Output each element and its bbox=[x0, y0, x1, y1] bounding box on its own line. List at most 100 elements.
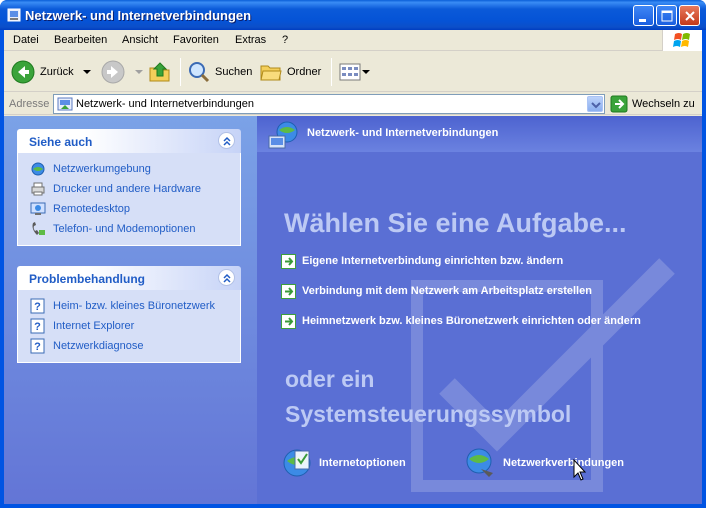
task-pane: Siehe auch Netzwerkumgebung Drucker und … bbox=[4, 116, 257, 504]
troubleshooting-panel: Problembehandlung ? Heim- bzw. kleines B… bbox=[17, 266, 241, 363]
back-arrow-icon bbox=[11, 60, 35, 84]
svg-text:?: ? bbox=[34, 301, 41, 313]
sidebar-item-label: Heim- bzw. kleines Büronetzwerk bbox=[53, 300, 216, 312]
back-dropdown-icon[interactable] bbox=[82, 67, 92, 77]
network-connections-icon bbox=[466, 448, 493, 477]
up-folder-button[interactable] bbox=[148, 58, 172, 86]
window-title: Netzwerk- und Internetverbindungen bbox=[25, 8, 252, 23]
arrow-right-icon bbox=[281, 253, 296, 269]
sidebar-item-heimnetzwerk[interactable]: ? Heim- bzw. kleines Büronetzwerk bbox=[18, 297, 240, 317]
forward-button[interactable] bbox=[100, 58, 144, 86]
see-also-list: Netzwerkumgebung Drucker und andere Hard… bbox=[17, 153, 241, 246]
maximize-button[interactable] bbox=[656, 5, 677, 26]
search-label: Suchen bbox=[215, 66, 253, 78]
address-input[interactable]: Netzwerk- und Internetverbindungen bbox=[53, 94, 605, 114]
search-button[interactable]: Suchen bbox=[187, 58, 252, 86]
menu-bar: Datei Bearbeiten Ansicht Favoriten Extra… bbox=[4, 30, 702, 51]
windows-logo-icon bbox=[662, 30, 702, 51]
collapse-button[interactable] bbox=[218, 132, 235, 149]
views-icon bbox=[339, 63, 361, 81]
task-home-network[interactable]: Heimnetzwerk bzw. kleines Büronetzwerk e… bbox=[281, 313, 641, 329]
sidebar-item-label: Telefon- und Modemoptionen bbox=[53, 223, 196, 235]
folders-label: Ordner bbox=[287, 66, 322, 78]
cp-item-internetoptionen[interactable]: Internetoptionen bbox=[281, 447, 406, 479]
address-dropdown-button[interactable] bbox=[587, 96, 603, 112]
printer-icon bbox=[31, 182, 45, 196]
sidebar-item-telefon[interactable]: Telefon- und Modemoptionen bbox=[18, 220, 240, 240]
menu-datei[interactable]: Datei bbox=[13, 34, 39, 46]
see-also-panel: Siehe auch Netzwerkumgebung Drucker und … bbox=[17, 129, 241, 246]
menu-extras[interactable]: Extras bbox=[235, 34, 266, 46]
folder-up-icon bbox=[149, 62, 170, 82]
svg-text:?: ? bbox=[34, 321, 41, 333]
arrow-right-icon bbox=[281, 283, 296, 299]
toolbar: Zurück Suchen Ordner bbox=[4, 52, 702, 92]
network-places-icon bbox=[31, 162, 45, 176]
or-heading-line2: Systemsteuerungssymbol bbox=[285, 401, 572, 427]
task-heading: Wählen Sie eine Aufgabe... bbox=[284, 208, 627, 238]
menu-ansicht[interactable]: Ansicht bbox=[122, 34, 158, 46]
minimize-button[interactable] bbox=[633, 5, 654, 26]
sidebar-item-drucker[interactable]: Drucker und andere Hardware bbox=[18, 180, 240, 200]
see-also-header[interactable]: Siehe auch bbox=[17, 129, 241, 153]
menu-bearbeiten[interactable]: Bearbeiten bbox=[54, 34, 107, 46]
views-button[interactable] bbox=[338, 58, 370, 86]
sidebar-item-internet-explorer[interactable]: ? Internet Explorer bbox=[18, 317, 240, 337]
minimize-icon bbox=[639, 19, 646, 22]
task-workplace-connection[interactable]: Verbindung mit dem Netzwerk am Arbeitspl… bbox=[281, 283, 592, 299]
sidebar-item-label: Internet Explorer bbox=[53, 320, 135, 332]
views-dropdown-icon bbox=[362, 70, 370, 74]
folders-icon bbox=[260, 65, 282, 81]
maximize-icon bbox=[661, 10, 673, 22]
cp-item-netzwerkverbindungen[interactable]: Netzwerkverbindungen bbox=[465, 447, 624, 479]
title-bar[interactable]: Netzwerk- und Internetverbindungen bbox=[0, 0, 706, 30]
toolbar-separator bbox=[331, 58, 332, 86]
sidebar-item-netzwerkdiagnose[interactable]: ? Netzwerkdiagnose bbox=[18, 337, 240, 357]
chevron-down-icon bbox=[591, 102, 601, 109]
close-icon bbox=[685, 11, 695, 21]
sidebar-item-label: Drucker und andere Hardware bbox=[53, 183, 201, 195]
window-bottom-border bbox=[0, 504, 706, 508]
go-arrow-icon bbox=[610, 95, 628, 113]
cp-item-label: Internetoptionen bbox=[319, 457, 406, 469]
troubleshooting-header[interactable]: Problembehandlung bbox=[17, 266, 241, 290]
close-button[interactable] bbox=[679, 5, 700, 26]
internet-options-icon bbox=[283, 449, 311, 477]
remote-desktop-icon bbox=[30, 202, 46, 215]
forward-dropdown-icon[interactable] bbox=[134, 67, 144, 77]
arrow-right-icon bbox=[281, 313, 296, 329]
see-also-title: Siehe auch bbox=[29, 135, 93, 149]
help-icon: ? bbox=[30, 298, 45, 314]
go-label: Wechseln zu bbox=[632, 98, 695, 110]
content-area: Siehe auch Netzwerkumgebung Drucker und … bbox=[4, 116, 702, 504]
back-button[interactable]: Zurück bbox=[10, 58, 92, 86]
mouse-cursor-icon bbox=[573, 459, 587, 481]
category-header: Netzwerk- und Internetverbindungen bbox=[257, 116, 702, 152]
category-title: Netzwerk- und Internetverbindungen bbox=[307, 127, 499, 139]
task-internet-connection[interactable]: Eigene Internetverbindung einrichten bzw… bbox=[281, 253, 563, 269]
chevron-up-double-icon bbox=[223, 136, 231, 146]
network-globe-icon bbox=[268, 121, 298, 149]
address-bar: Adresse Netzwerk- und Internetverbindung… bbox=[4, 93, 702, 115]
menu-help[interactable]: ? bbox=[282, 34, 288, 46]
or-heading-line1: oder ein bbox=[285, 366, 375, 392]
troubleshooting-list: ? Heim- bzw. kleines Büronetzwerk ? Inte… bbox=[17, 290, 241, 363]
task-label: Eigene Internetverbindung einrichten bzw… bbox=[302, 255, 564, 267]
sidebar-item-label: Remotedesktop bbox=[53, 203, 131, 215]
troubleshooting-title: Problembehandlung bbox=[29, 272, 146, 286]
forward-arrow-icon bbox=[101, 60, 125, 84]
sidebar-item-netzwerkumgebung[interactable]: Netzwerkumgebung bbox=[18, 160, 240, 180]
menu-favoriten[interactable]: Favoriten bbox=[173, 34, 219, 46]
task-label: Verbindung mit dem Netzwerk am Arbeitspl… bbox=[302, 285, 592, 297]
sidebar-item-remotedesktop[interactable]: Remotedesktop bbox=[18, 200, 240, 220]
sidebar-item-label: Netzwerkdiagnose bbox=[53, 340, 144, 352]
cp-item-label: Netzwerkverbindungen bbox=[503, 457, 625, 469]
sidebar-item-label: Netzwerkumgebung bbox=[53, 163, 151, 175]
folders-button[interactable]: Ordner bbox=[259, 58, 321, 86]
go-button[interactable]: Wechseln zu bbox=[610, 95, 695, 113]
task-label: Heimnetzwerk bzw. kleines Büronetzwerk e… bbox=[302, 315, 641, 327]
control-panel-icon bbox=[7, 8, 21, 22]
main-pane: Netzwerk- und Internetverbindungen Wähle… bbox=[257, 116, 702, 504]
help-icon: ? bbox=[30, 338, 45, 354]
collapse-button[interactable] bbox=[218, 269, 235, 286]
